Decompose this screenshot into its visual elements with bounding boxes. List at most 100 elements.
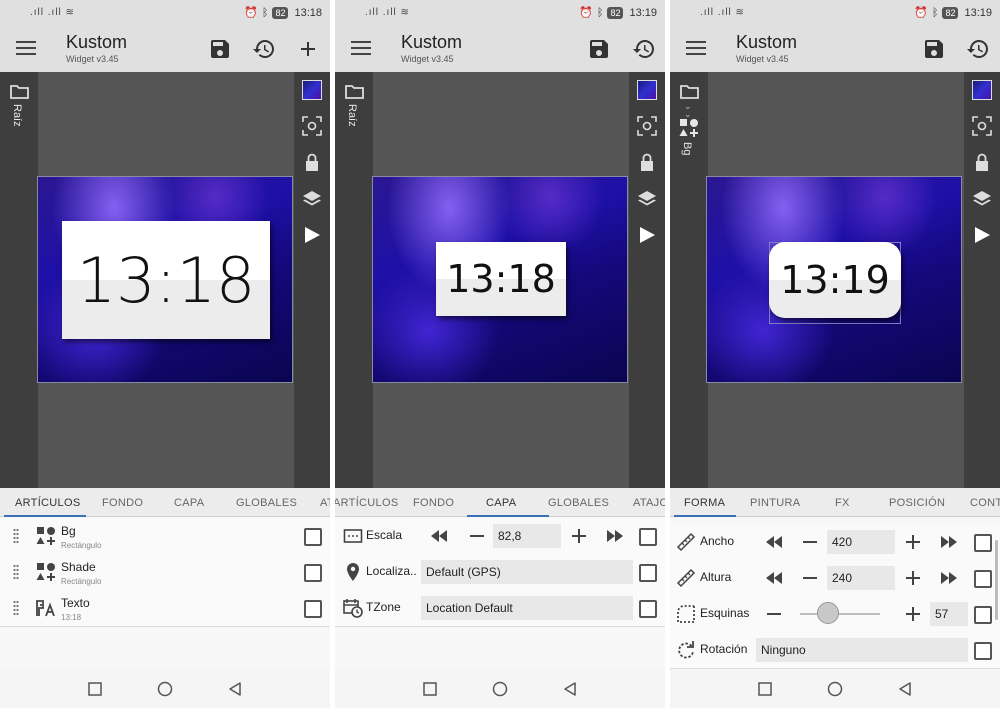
list-item[interactable]: Shade Rectángulo: [0, 554, 330, 591]
tab-capa[interactable]: CAPA: [174, 497, 204, 509]
plus-icon[interactable]: [903, 604, 923, 624]
save-icon[interactable]: [587, 37, 611, 61]
thumbnail-preview[interactable]: [972, 80, 992, 100]
location-value[interactable]: Default (GPS): [421, 560, 633, 584]
history-icon[interactable]: [966, 37, 990, 61]
clock-widget[interactable]: 13:18: [62, 221, 270, 339]
tab-atajos[interactable]: ATAJOS: [320, 497, 330, 509]
global-checkbox[interactable]: [639, 600, 657, 618]
height-value[interactable]: 240: [827, 566, 895, 590]
plus-icon[interactable]: [296, 37, 320, 61]
rotation-value[interactable]: Ninguno: [756, 638, 968, 662]
item-checkbox[interactable]: [304, 564, 322, 582]
tab-fx[interactable]: FX: [835, 497, 850, 509]
timezone-value[interactable]: Location Default: [421, 596, 633, 620]
widget-canvas[interactable]: 13:18: [37, 176, 293, 383]
tab-globales[interactable]: GLOBALES: [548, 497, 609, 509]
item-checkbox[interactable]: [304, 528, 322, 546]
minus-icon[interactable]: [764, 604, 784, 624]
breadcrumb-root[interactable]: Raíz: [11, 104, 23, 127]
back-icon[interactable]: [227, 681, 243, 697]
global-checkbox[interactable]: [974, 570, 992, 588]
tab-globales[interactable]: GLOBALES: [236, 497, 297, 509]
minus-icon[interactable]: [467, 526, 487, 546]
thumbnail-preview[interactable]: [302, 80, 322, 100]
scrollbar[interactable]: [995, 540, 998, 620]
tab-articulos[interactable]: ARTÍCULOS: [335, 497, 398, 509]
plus-icon[interactable]: [903, 532, 923, 552]
tab-capa[interactable]: CAPA: [486, 497, 516, 509]
folder-icon[interactable]: [680, 84, 700, 100]
thumbnail-preview[interactable]: [637, 80, 657, 100]
corner-slider-knob[interactable]: [817, 602, 840, 624]
clock-widget[interactable]: 13:18: [436, 242, 566, 316]
list-item[interactable]: Bg Rectángulo: [0, 518, 330, 555]
fast-rewind-icon[interactable]: [429, 526, 449, 546]
save-icon[interactable]: [922, 37, 946, 61]
focus-icon[interactable]: [637, 116, 657, 136]
layers-icon[interactable]: [637, 189, 657, 209]
plus-icon[interactable]: [903, 568, 923, 588]
global-checkbox[interactable]: [639, 564, 657, 582]
lock-icon[interactable]: [972, 152, 992, 172]
tab-fondo[interactable]: FONDO: [413, 497, 454, 509]
history-icon[interactable]: [252, 37, 276, 61]
play-icon[interactable]: [302, 225, 322, 245]
global-checkbox[interactable]: [974, 606, 992, 624]
minus-icon[interactable]: [800, 568, 820, 588]
widget-canvas[interactable]: 13:19: [706, 176, 962, 383]
fast-forward-icon[interactable]: [939, 568, 959, 588]
item-checkbox[interactable]: [304, 600, 322, 618]
corner-value[interactable]: 57: [930, 602, 968, 626]
fast-rewind-icon[interactable]: [764, 568, 784, 588]
home-icon[interactable]: [157, 681, 173, 697]
recents-icon[interactable]: [757, 681, 773, 697]
history-icon[interactable]: [632, 37, 656, 61]
focus-icon[interactable]: [972, 116, 992, 136]
drag-handle-icon[interactable]: [13, 600, 19, 616]
menu-icon[interactable]: [16, 41, 36, 55]
breadcrumb-root[interactable]: Raíz: [346, 104, 358, 127]
save-icon[interactable]: [208, 37, 232, 61]
layers-icon[interactable]: [972, 189, 992, 209]
tab-posicion[interactable]: POSICIÓN: [889, 497, 945, 509]
recents-icon[interactable]: [87, 681, 103, 697]
folder-icon[interactable]: [10, 84, 30, 100]
plus-icon[interactable]: [569, 526, 589, 546]
home-icon[interactable]: [492, 681, 508, 697]
fast-forward-icon[interactable]: [605, 526, 625, 546]
corner-slider-track[interactable]: [800, 613, 880, 615]
drag-handle-icon[interactable]: [13, 564, 19, 580]
drag-handle-icon[interactable]: [13, 528, 19, 544]
play-icon[interactable]: [972, 225, 992, 245]
play-icon[interactable]: [637, 225, 657, 245]
tab-contorno[interactable]: CONTORNO: [970, 497, 1000, 509]
fast-forward-icon[interactable]: [939, 532, 959, 552]
list-item[interactable]: Texto 13:18: [0, 590, 330, 627]
tab-forma[interactable]: FORMA: [684, 497, 725, 509]
lock-icon[interactable]: [637, 152, 657, 172]
menu-icon[interactable]: [351, 41, 371, 55]
breadcrumb-item[interactable]: Bg: [681, 142, 693, 155]
focus-icon[interactable]: [302, 116, 322, 136]
global-checkbox[interactable]: [974, 642, 992, 660]
scale-value[interactable]: 82,8: [493, 524, 561, 548]
tab-fondo[interactable]: FONDO: [102, 497, 143, 509]
folder-icon[interactable]: [345, 84, 365, 100]
tab-atajos[interactable]: ATAJOS: [633, 497, 665, 509]
back-icon[interactable]: [897, 681, 913, 697]
layers-icon[interactable]: [302, 189, 322, 209]
widget-canvas[interactable]: 13:18: [372, 176, 628, 383]
menu-icon[interactable]: [686, 41, 706, 55]
clock-widget[interactable]: 13:19: [769, 242, 901, 318]
tab-pintura[interactable]: PINTURA: [750, 497, 800, 509]
minus-icon[interactable]: [800, 532, 820, 552]
width-value[interactable]: 420: [827, 530, 895, 554]
fast-rewind-icon[interactable]: [764, 532, 784, 552]
lock-icon[interactable]: [302, 152, 322, 172]
back-icon[interactable]: [562, 681, 578, 697]
tab-articulos[interactable]: ARTÍCULOS: [15, 497, 80, 509]
global-checkbox[interactable]: [639, 528, 657, 546]
global-checkbox[interactable]: [974, 534, 992, 552]
home-icon[interactable]: [827, 681, 843, 697]
